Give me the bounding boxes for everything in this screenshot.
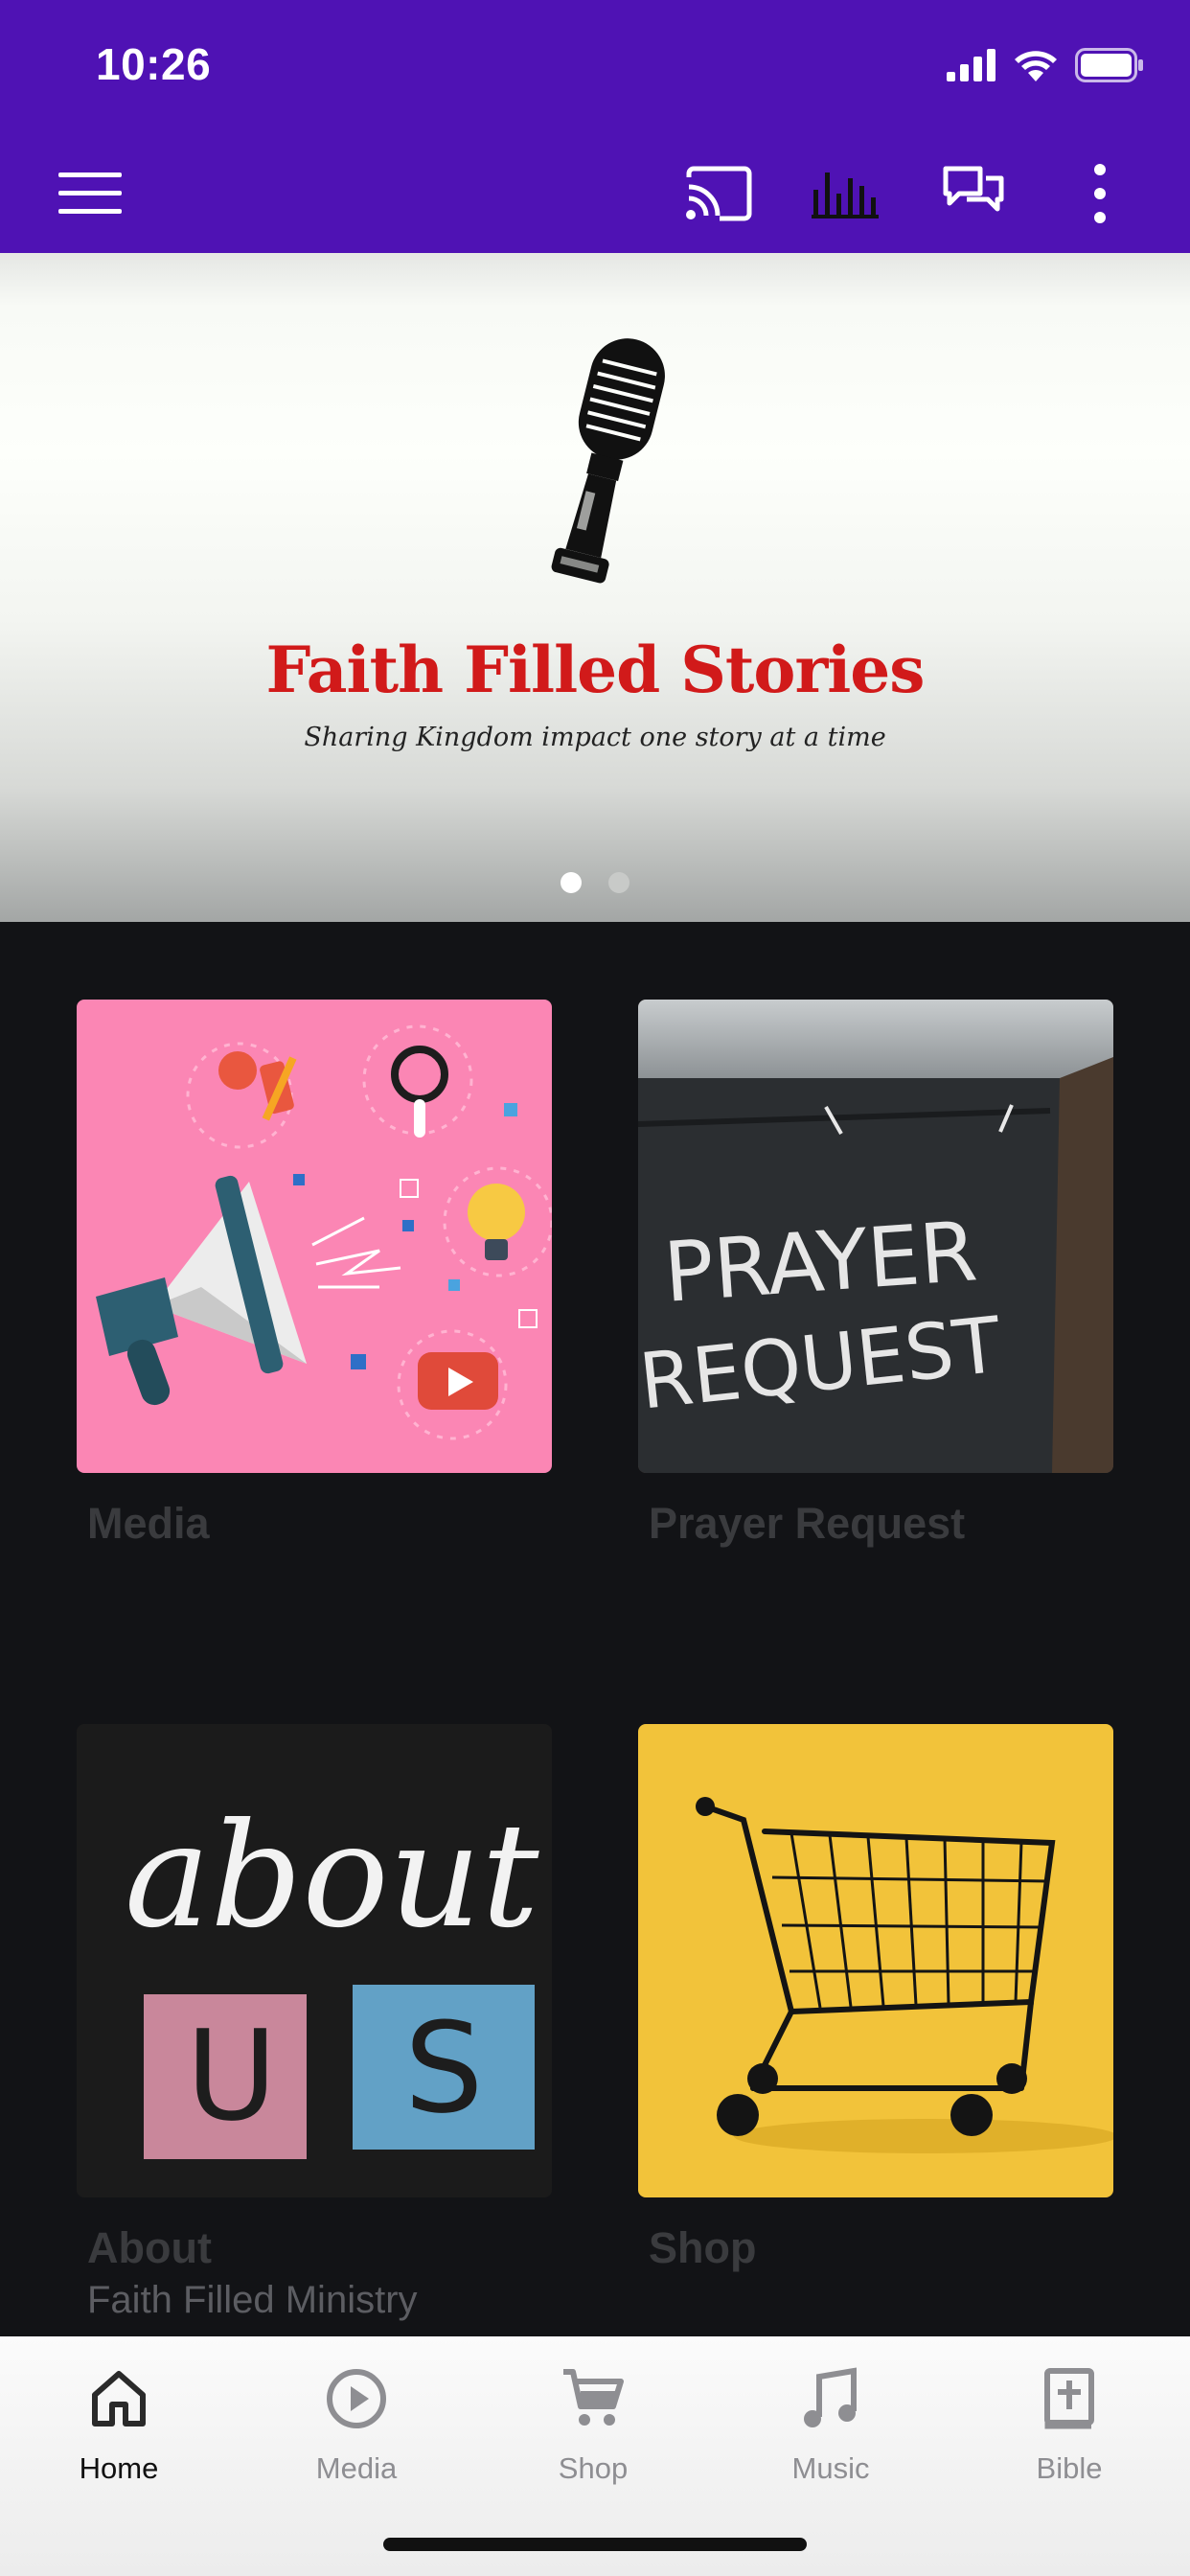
media-tile[interactable] bbox=[77, 1000, 552, 1473]
status-bar: 10:26 bbox=[0, 0, 1190, 134]
microphone-logo bbox=[551, 338, 665, 584]
play-circle-icon bbox=[327, 2369, 386, 2428]
about-tile-label: About bbox=[87, 2223, 212, 2272]
shopping-cart-photo bbox=[696, 1797, 1113, 2153]
cast-icon[interactable] bbox=[684, 159, 753, 228]
chat-icon[interactable] bbox=[939, 159, 1008, 228]
status-time: 10:26 bbox=[96, 39, 212, 89]
home-icon bbox=[92, 2371, 146, 2426]
about-image-word: about bbox=[125, 1793, 539, 1960]
prayer-request-tile-label: Prayer Request bbox=[649, 1499, 966, 1548]
about-tile-subtitle: Faith Filled Ministry bbox=[87, 2279, 418, 2321]
tab-music-label: Music bbox=[791, 2451, 870, 2485]
cart-icon bbox=[563, 2369, 624, 2426]
carousel-indicator bbox=[0, 872, 1190, 893]
audio-levels-icon[interactable] bbox=[811, 159, 880, 228]
music-note-icon bbox=[804, 2367, 857, 2427]
hero-title: Faith Filled Stories bbox=[265, 632, 926, 707]
tab-home[interactable]: Home bbox=[23, 2356, 215, 2486]
battery-icon bbox=[1075, 48, 1143, 82]
status-icons bbox=[947, 46, 1144, 84]
hero-carousel[interactable]: Faith Filled Stories Sharing Kingdom imp… bbox=[0, 253, 1190, 922]
more-vert-icon[interactable] bbox=[1065, 159, 1134, 228]
tab-media-label: Media bbox=[315, 2451, 398, 2485]
hero-subtitle: Sharing Kingdom impact one story at a ti… bbox=[304, 723, 886, 752]
prayer-request-tile[interactable]: PRAYER REQUEST bbox=[638, 1000, 1113, 1473]
carousel-dot-active[interactable] bbox=[561, 872, 582, 893]
megaphone-illustration bbox=[96, 1024, 552, 1440]
prayer-box-photo: PRAYER REQUEST bbox=[638, 1000, 1113, 1473]
tab-bible-label: Bible bbox=[1036, 2451, 1103, 2485]
tab-media[interactable]: Media bbox=[261, 2356, 452, 2486]
menu-icon[interactable] bbox=[56, 159, 125, 228]
shop-tile-label: Shop bbox=[649, 2223, 757, 2272]
about-tile[interactable]: about U S bbox=[77, 1724, 552, 2197]
tab-shop-label: Shop bbox=[558, 2451, 629, 2485]
tab-shop[interactable]: Shop bbox=[497, 2356, 689, 2486]
home-indicator bbox=[383, 2538, 807, 2551]
about-image-letter-u: U bbox=[186, 2003, 277, 2149]
shop-tile[interactable] bbox=[638, 1724, 1113, 2197]
carousel-dot[interactable] bbox=[608, 872, 629, 893]
media-tile-label: Media bbox=[87, 1499, 210, 1548]
about-image-letter-s: S bbox=[404, 1995, 484, 2141]
about-us-chalkboard: about U S bbox=[77, 1724, 552, 2197]
app-bar bbox=[0, 134, 1190, 253]
tab-home-label: Home bbox=[79, 2451, 159, 2485]
signal-icon bbox=[947, 49, 995, 81]
tab-bible[interactable]: Bible bbox=[973, 2356, 1165, 2486]
bible-icon bbox=[1044, 2368, 1094, 2429]
wifi-icon bbox=[1015, 51, 1057, 81]
tab-music[interactable]: Music bbox=[735, 2356, 927, 2486]
